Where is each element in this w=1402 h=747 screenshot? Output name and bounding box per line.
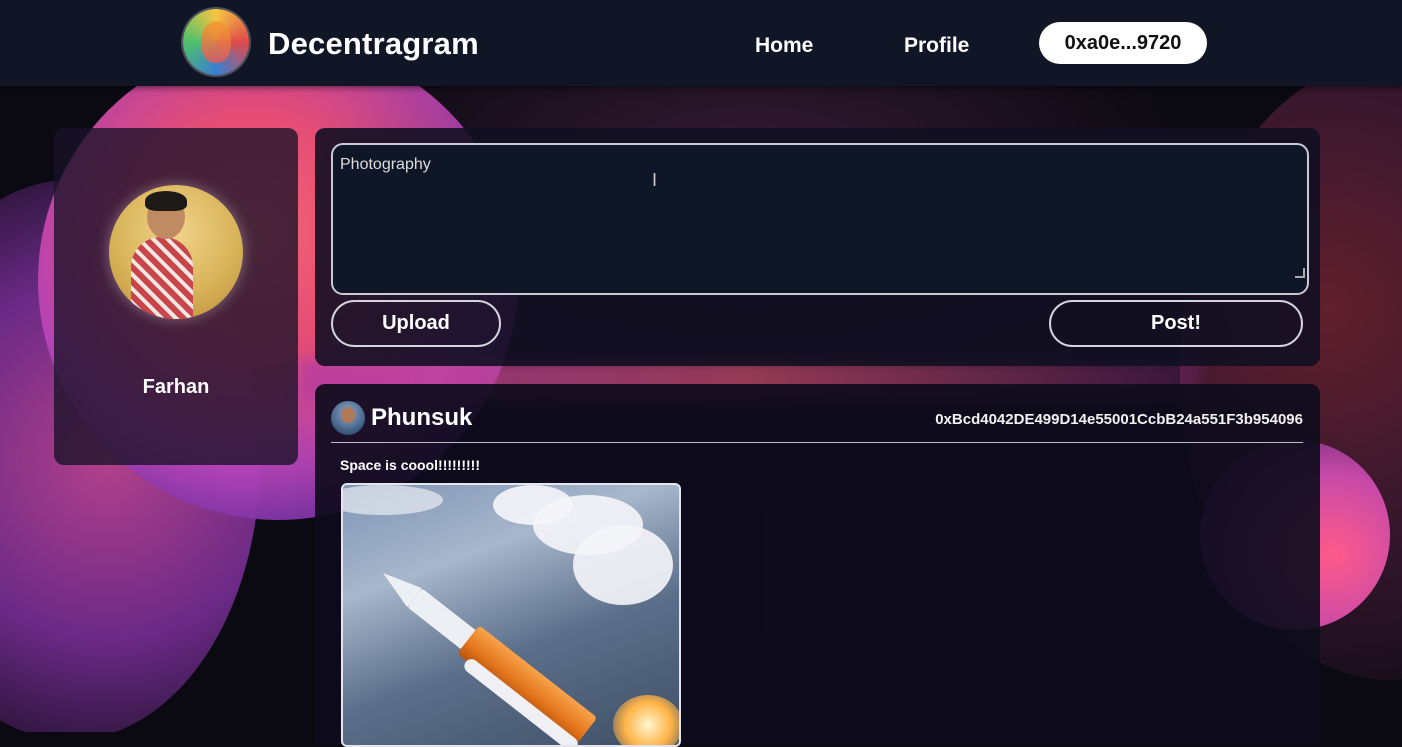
post-author-name[interactable]: Phunsuk: [371, 404, 472, 432]
post-card: Phunsuk 0xBcd4042DE499D14e55001CcbB24a55…: [315, 384, 1320, 747]
post-caption: Space is coool!!!!!!!!!: [340, 457, 480, 473]
post-author-avatar[interactable]: [331, 401, 365, 435]
resize-handle-icon[interactable]: [1295, 268, 1305, 278]
wallet-address-button[interactable]: 0xa0e...9720: [1039, 22, 1207, 64]
nav-profile-link[interactable]: Profile: [904, 34, 969, 58]
rocket-illustration: [366, 551, 605, 745]
profile-name: Farhan: [142, 376, 210, 398]
avatar-shirt: [131, 237, 193, 319]
post-author-address: 0xBcd4042DE499D14e55001CcbB24a551F3b9540…: [935, 411, 1303, 428]
divider: [331, 442, 1303, 443]
rocket-flame: [613, 695, 679, 745]
caption-input[interactable]: [331, 143, 1309, 295]
avatar-hair: [145, 191, 187, 211]
app-title: Decentragram: [268, 26, 479, 61]
nav-home-link[interactable]: Home: [755, 34, 813, 58]
upload-button[interactable]: Upload: [331, 300, 501, 347]
text-cursor-icon: I: [652, 170, 658, 190]
cloud-shape: [573, 525, 673, 605]
post-image[interactable]: [341, 483, 681, 747]
navbar: Decentragram Home Profile 0xa0e...9720: [0, 0, 1402, 86]
post-composer: I Upload Post!: [315, 128, 1320, 366]
profile-card: Farhan: [54, 128, 298, 465]
cloud-shape: [343, 485, 443, 515]
avatar[interactable]: [109, 185, 243, 319]
cloud-shape: [493, 485, 573, 525]
post-button[interactable]: Post!: [1049, 300, 1303, 347]
rocket-tank: [457, 625, 598, 745]
brain-logo-icon[interactable]: [183, 9, 249, 75]
